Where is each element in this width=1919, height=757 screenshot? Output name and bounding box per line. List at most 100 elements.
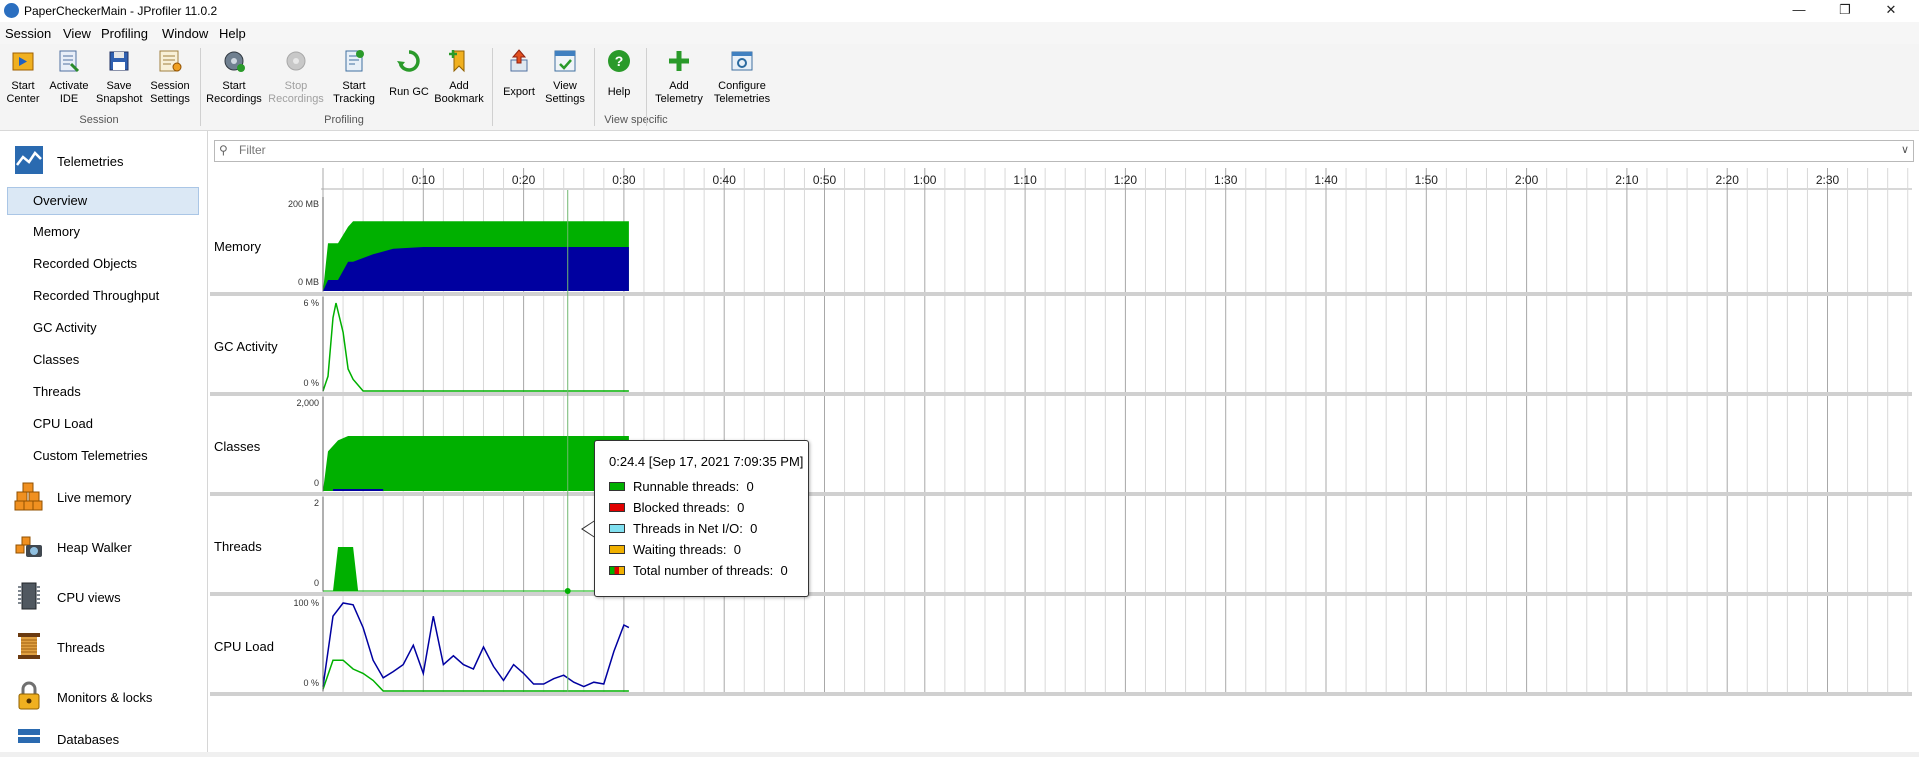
- activate-ide-icon: [59, 50, 80, 73]
- toolbar-separator: [200, 48, 201, 126]
- save-snapshot-button[interactable]: Save Snapshot: [96, 48, 142, 106]
- search-icon: ⚲: [219, 143, 228, 157]
- tooltip-row-blocked: Blocked threads: 0: [609, 500, 744, 515]
- threads-scale-max: 2: [313, 498, 319, 508]
- chevron-down-icon[interactable]: ∨: [1901, 143, 1909, 156]
- session-settings-label-1: Session: [150, 80, 190, 92]
- threads-icon: [18, 633, 40, 659]
- stop-recordings-button[interactable]: Stop Recordings: [266, 48, 326, 106]
- tooltip-row-label: Threads in Net I/O:: [633, 521, 743, 536]
- minimize-button[interactable]: —: [1776, 0, 1822, 22]
- sidebar-section-telemetries[interactable]: Telemetries: [14, 143, 204, 179]
- help-label: Help: [607, 86, 631, 98]
- sidebar-section-label: Heap Walker: [57, 540, 132, 555]
- menu-session[interactable]: Session: [5, 26, 51, 41]
- menu-view[interactable]: View: [63, 26, 91, 41]
- menu-window[interactable]: Window: [162, 26, 208, 41]
- run-gc-button[interactable]: Run GC: [386, 48, 432, 99]
- sidebar-section-threads[interactable]: Threads: [14, 629, 204, 665]
- toolbar-separator: [492, 48, 493, 126]
- add-bookmark-label-1: Add: [449, 80, 469, 92]
- gc-activity-row-label[interactable]: GC Activity: [214, 339, 278, 354]
- start-tracking-icon: [345, 50, 364, 72]
- sidebar-section-label: Telemetries: [57, 154, 124, 169]
- memory-scale-max: 200 MB: [287, 199, 319, 209]
- sidebar-item-classes[interactable]: Classes: [33, 352, 79, 367]
- sidebar-item-gc-activity[interactable]: GC Activity: [33, 320, 97, 335]
- cpu-load-row-label[interactable]: CPU Load: [214, 639, 274, 654]
- menu-profiling[interactable]: Profiling: [101, 26, 148, 41]
- configure-telemetries-label-2: Telemetries: [713, 93, 771, 105]
- tooltip-row-label: Runnable threads:: [633, 479, 740, 494]
- tooltip-row-net-io: Threads in Net I/O: 0: [609, 521, 757, 536]
- tooltip-title: 0:24.4 [Sep 17, 2021 7:09:35 PM]: [609, 454, 804, 469]
- close-button[interactable]: ✕: [1868, 0, 1914, 22]
- cpu-views-icon: [18, 582, 40, 610]
- threads-row-label[interactable]: Threads: [214, 539, 262, 554]
- export-icon: [510, 49, 528, 72]
- classes-scale-min: 0: [313, 478, 319, 488]
- sidebar-section-monitors-locks[interactable]: Monitors & locks: [14, 679, 204, 715]
- session-settings-icon: [159, 50, 182, 72]
- sidebar-item-memory[interactable]: Memory: [33, 224, 80, 239]
- configure-telemetries-button[interactable]: Configure Telemetries: [710, 48, 774, 106]
- start-tracking-button[interactable]: Start Tracking: [328, 48, 380, 106]
- stop-recordings-icon: [286, 51, 306, 71]
- sidebar-item-overview[interactable]: Overview: [7, 187, 199, 215]
- tooltip-row-value: 0: [733, 542, 741, 557]
- export-button[interactable]: Export: [498, 48, 540, 99]
- session-settings-button[interactable]: Session Settings: [146, 48, 194, 106]
- telemetry-overview-panel: ⚲ ∨: [208, 131, 1919, 752]
- tooltip-row-label: Waiting threads:: [633, 542, 727, 557]
- toolbar: Start Center Activate IDE Save Snapshot …: [0, 44, 1919, 131]
- add-telemetry-icon: [669, 51, 689, 71]
- sidebar-item-recorded-throughput[interactable]: Recorded Throughput: [33, 288, 159, 303]
- svg-text:?: ?: [615, 53, 624, 69]
- run-gc-label: Run GC: [389, 86, 429, 98]
- start-center-button[interactable]: Start Center: [4, 48, 42, 106]
- view-settings-button[interactable]: View Settings: [542, 48, 588, 106]
- lock-icon: [18, 681, 40, 710]
- sidebar-item-cpu-load[interactable]: CPU Load: [33, 416, 93, 431]
- stop-recordings-label-1: Stop: [284, 80, 308, 92]
- tooltip-row-value: 0: [737, 500, 745, 515]
- start-center-icon: [12, 52, 34, 71]
- gc-scale-min: 0 %: [303, 378, 319, 388]
- sidebar-item-threads[interactable]: Threads: [33, 384, 81, 399]
- classes-scale-max: 2,000: [296, 398, 319, 408]
- tooltip-row-label: Blocked threads:: [633, 500, 730, 515]
- sidebar-section-cpu-views[interactable]: CPU views: [14, 579, 204, 615]
- add-bookmark-button[interactable]: Add Bookmark: [434, 48, 484, 106]
- live-memory-icon: [14, 482, 43, 511]
- sidebar-item-recorded-objects[interactable]: Recorded Objects: [33, 256, 137, 271]
- filter-field[interactable]: ⚲ ∨: [214, 140, 1914, 162]
- add-telemetry-button[interactable]: Add Telemetry: [652, 48, 706, 106]
- window-title: PaperCheckerMain - JProfiler 11.0.2: [24, 4, 218, 18]
- memory-row-label[interactable]: Memory: [214, 239, 261, 254]
- add-bookmark-icon: [449, 50, 465, 73]
- sidebar-section-live-memory[interactable]: Live memory: [14, 479, 204, 515]
- activate-ide-button[interactable]: Activate IDE: [46, 48, 92, 106]
- memory-scale-min: 0 MB: [297, 277, 319, 287]
- filter-input[interactable]: [237, 142, 1881, 158]
- activate-ide-label-2: IDE: [59, 93, 79, 105]
- databases-icon: [18, 729, 40, 743]
- menu-help[interactable]: Help: [219, 26, 246, 41]
- sidebar-section-label: Monitors & locks: [57, 690, 153, 705]
- start-recordings-button[interactable]: Start Recordings: [204, 48, 264, 106]
- start-center-label-2: Center: [6, 93, 40, 105]
- sidebar-section-label: Threads: [57, 640, 105, 655]
- sidebar-item-custom-telemetries[interactable]: Custom Telemetries: [33, 448, 148, 463]
- save-snapshot-icon: [109, 51, 129, 71]
- start-center-label-1: Start: [11, 80, 35, 92]
- start-recordings-label-1: Start: [222, 80, 246, 92]
- help-button[interactable]: ? Help: [598, 48, 640, 99]
- heap-walker-icon: [15, 536, 42, 557]
- cpu-scale-max: 100 %: [293, 598, 319, 608]
- maximize-button[interactable]: ❐: [1822, 0, 1868, 22]
- classes-row-label[interactable]: Classes: [214, 439, 260, 454]
- export-label: Export: [503, 86, 535, 98]
- title-bar: PaperCheckerMain - JProfiler 11.0.2 — ❐ …: [0, 0, 1919, 23]
- tooltip-row-total: Total number of threads: 0: [609, 563, 788, 578]
- sidebar-section-heap-walker[interactable]: Heap Walker: [14, 529, 204, 565]
